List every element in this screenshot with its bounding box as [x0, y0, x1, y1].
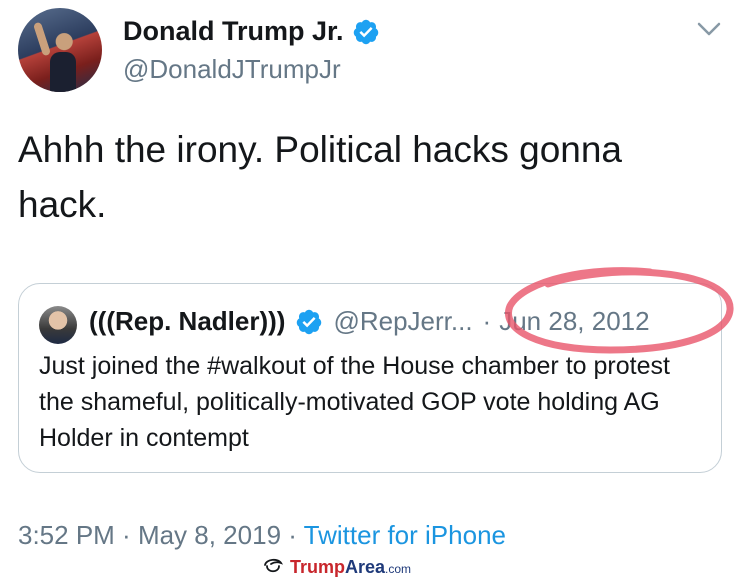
- author-avatar[interactable]: [18, 8, 102, 92]
- tweet-timestamp-row: 3:52 PM · May 8, 2019 · Twitter for iPho…: [18, 520, 506, 551]
- meta-separator: ·: [281, 520, 304, 550]
- tweet-source-link[interactable]: Twitter for iPhone: [304, 520, 506, 550]
- avatar-arm: [32, 21, 52, 57]
- chevron-down-icon[interactable]: [694, 18, 724, 40]
- author-display-name[interactable]: Donald Trump Jr.: [123, 16, 344, 47]
- watermark-tld: .com: [385, 561, 412, 576]
- quoted-author-avatar: [39, 306, 77, 344]
- tweet-date[interactable]: May 8, 2019: [138, 520, 281, 550]
- tweet-screenshot: Donald Trump Jr. @DonaldJTrumpJr Ahhh th…: [0, 0, 740, 583]
- quoted-author-name: (((Rep. Nadler))): [89, 306, 286, 336]
- watermark: TrumpArea.com: [262, 556, 411, 578]
- verified-badge-icon: [297, 309, 322, 334]
- meta-separator: ·: [114, 520, 138, 550]
- quoted-author-handle: @RepJerr...: [333, 306, 473, 336]
- watermark-brand-a: Trump: [290, 556, 346, 577]
- quoted-tweet-header: (((Rep. Nadler))) @RepJerr... · Jun 28, …: [89, 306, 650, 337]
- verified-badge-icon: [353, 19, 378, 44]
- tweet-text: Ahhh the irony. Political hacks gonna ha…: [18, 129, 623, 225]
- author-handle[interactable]: @DonaldJTrumpJr: [123, 54, 341, 85]
- watermark-brand-b: Area: [345, 556, 386, 577]
- quoted-tweet-date: Jun 28, 2012: [499, 306, 650, 336]
- trump-hair-logo-icon: [264, 558, 284, 573]
- tweet-time[interactable]: 3:52 PM: [18, 520, 115, 550]
- watermark-text: TrumpArea.com: [290, 557, 411, 578]
- meta-separator: ·: [482, 306, 492, 336]
- quoted-tweet-card[interactable]: (((Rep. Nadler))) @RepJerr... · Jun 28, …: [18, 283, 722, 473]
- author-name-row: Donald Trump Jr.: [123, 16, 380, 47]
- quoted-tweet-text: Just joined the #walkout of the House ch…: [39, 352, 670, 452]
- avatar-figure: [50, 52, 76, 92]
